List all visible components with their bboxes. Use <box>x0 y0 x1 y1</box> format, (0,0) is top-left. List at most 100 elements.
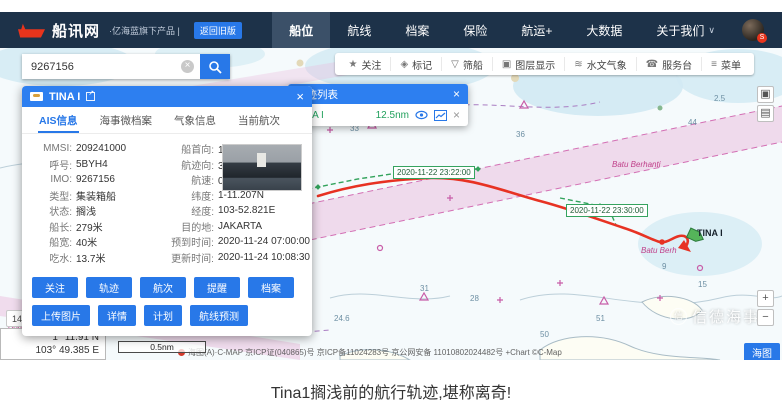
remove-track-icon[interactable]: × <box>453 108 460 122</box>
toolbar-item-3[interactable]: ▣ 图层显示 <box>493 57 565 71</box>
field-row: 经度:103-52.821E <box>158 203 310 219</box>
track-timestamp: 2020-11-22 23:30:00 <box>566 204 648 217</box>
action-row-2: 上传图片详情计划航线预测 <box>32 305 302 326</box>
action-button-上传图片[interactable]: 上传图片 <box>32 305 90 326</box>
toolbar-item-2[interactable]: ▽筛船 <box>442 57 493 71</box>
toolbar-item-label: 水文气象 <box>587 57 627 72</box>
action-button-提醒[interactable]: 提醒 <box>194 277 240 298</box>
user-avatar[interactable]: S <box>732 12 782 48</box>
action-button-详情[interactable]: 详情 <box>98 305 136 326</box>
avatar[interactable]: S <box>742 19 764 41</box>
brand-name: 船讯网 <box>52 20 100 41</box>
ship-flag-icon <box>30 92 43 101</box>
track-panel-header: 轨迹列表 × <box>288 84 468 104</box>
zoom-out-icon[interactable]: − <box>757 309 774 326</box>
nav-item-label: 关于我们 <box>656 22 704 39</box>
tab-3[interactable]: 当前航次 <box>227 107 291 133</box>
nav-item-1[interactable]: 航线 <box>330 12 388 48</box>
depth-number: 15 <box>698 280 707 289</box>
field-value: 40米 <box>76 234 97 249</box>
field-value: 13.7米 <box>76 250 105 265</box>
fullscreen-icon[interactable]: ▣ <box>757 86 774 103</box>
clear-search-icon[interactable]: × <box>181 60 194 73</box>
field-value: 2020-11-24 07:00:00 <box>218 236 310 247</box>
field-row: 状态:搁浅 <box>30 203 158 219</box>
close-icon[interactable]: × <box>296 90 304 103</box>
field-value: 209241000 <box>76 143 126 154</box>
field-label: 纬度: <box>158 188 214 203</box>
ship-photo[interactable] <box>222 144 302 191</box>
action-button-档案[interactable]: 档案 <box>248 277 294 298</box>
nav-item-label: 船位 <box>289 22 313 39</box>
chart-mode-button[interactable]: 海图 <box>744 343 780 360</box>
nav-item-3[interactable]: 保险 <box>446 12 504 48</box>
service-icon: ☎ <box>646 59 658 70</box>
ship-position-label: TINA I <box>697 228 723 238</box>
field-label: 目的地: <box>158 219 214 234</box>
nav-item-6[interactable]: 关于我们∨ <box>639 12 732 48</box>
toolbar-item-label: 菜单 <box>721 57 741 72</box>
toolbar-item-5[interactable]: ☎ 服务台 <box>637 57 702 71</box>
action-button-航次[interactable]: 航次 <box>140 277 186 298</box>
field-label: 类型: <box>30 188 72 203</box>
nav-item-2[interactable]: 档案 <box>388 12 446 48</box>
ship-panel-actions: 关注轨迹航次提醒档案 上传图片详情计划航线预测 <box>22 266 312 336</box>
zoom-in-icon[interactable]: + <box>757 290 774 307</box>
nav-item-label: 档案 <box>405 22 429 39</box>
action-button-关注[interactable]: 关注 <box>32 277 78 298</box>
field-label: MMSI: <box>30 143 72 154</box>
old-version-button[interactable]: 返回旧版 <box>194 22 242 39</box>
action-row-1: 关注轨迹航次提醒档案 <box>32 277 302 298</box>
map-attribution: 海图(A)·C-MAP 京ICP证(040865)号 京ICP备11024283… <box>178 347 562 358</box>
toolbar-item-1[interactable]: ◈标记 <box>391 57 442 71</box>
field-value: 1-11.207N <box>218 190 264 201</box>
close-icon[interactable]: × <box>453 87 460 101</box>
field-value: 搁浅 <box>76 203 96 218</box>
place-label: Batu Berh <box>641 246 677 255</box>
star-icon: ★ <box>348 59 357 70</box>
toolbar-item-6[interactable]: ≡菜单 <box>702 57 750 71</box>
field-label: 航迹向: <box>158 157 214 172</box>
chart-line-icon[interactable] <box>434 110 447 121</box>
tab-1[interactable]: 海事微档案 <box>89 107 164 133</box>
depth-number: 44 <box>688 118 697 127</box>
toolbar-item-label: 服务台 <box>662 57 692 72</box>
search-input[interactable] <box>22 54 200 79</box>
watermark: 信 信德海事 <box>670 306 760 327</box>
action-button-计划[interactable]: 计划 <box>144 305 182 326</box>
toolbar-item-4[interactable]: ≋水文气象 <box>565 57 636 71</box>
image-caption: Tina1搁浅前的航行轨迹,堪称离奇! <box>0 379 782 403</box>
search-icon <box>208 60 222 74</box>
action-button-航线预测[interactable]: 航线预测 <box>190 305 248 326</box>
nav-item-4[interactable]: 航运+ <box>504 12 569 48</box>
brand[interactable]: 船讯网 ·亿海蓝旗下产品 | 返回旧版 <box>0 12 242 48</box>
depth-number: 2.5 <box>714 94 725 103</box>
eye-icon[interactable] <box>415 110 428 120</box>
search-button[interactable] <box>200 54 230 79</box>
brand-subtitle: ·亿海蓝旗下产品 | <box>109 24 180 37</box>
depth-number: 31 <box>420 284 429 293</box>
nav-item-0[interactable]: 船位 <box>272 12 330 48</box>
nav-item-5[interactable]: 大数据 <box>569 12 639 48</box>
layers-icon: ▣ <box>502 59 511 70</box>
toolbar-item-label: 关注 <box>361 57 381 72</box>
layers-panel-icon[interactable]: ▤ <box>757 105 774 122</box>
map-toolbar: ★ 关注 ◈标记▽筛船 ▣ 图层显示 ≋水文气象 ☎ 服务台 ≡菜单 <box>335 53 754 75</box>
tab-0[interactable]: AIS信息 <box>28 107 89 133</box>
track-distance: 12.5nm <box>376 110 409 121</box>
toolbar-item-label: 标记 <box>412 57 432 72</box>
toolbar-item-0[interactable]: ★ 关注 <box>339 57 391 71</box>
field-value: 集装箱船 <box>76 188 116 203</box>
shipxy-app: 20333736442.5312891527.225.823.324.65051… <box>0 0 782 420</box>
field-value: 279米 <box>76 219 103 234</box>
action-button-轨迹[interactable]: 轨迹 <box>86 277 132 298</box>
ais-info-body: MMSI:209241000呼号:5BYH4IMO:9267156类型:集装箱船… <box>22 134 312 266</box>
depth-number: 24.6 <box>334 314 350 323</box>
map-scale-bar: 0.5nm <box>118 341 206 353</box>
field-label: 呼号: <box>30 157 72 172</box>
tab-2[interactable]: 气象信息 <box>163 107 227 133</box>
field-row: 船长:279米 <box>30 219 158 235</box>
place-label: Batu Berhanti <box>612 160 660 169</box>
external-link-icon[interactable] <box>86 92 95 101</box>
toolbar-item-label: 图层显示 <box>515 57 555 72</box>
